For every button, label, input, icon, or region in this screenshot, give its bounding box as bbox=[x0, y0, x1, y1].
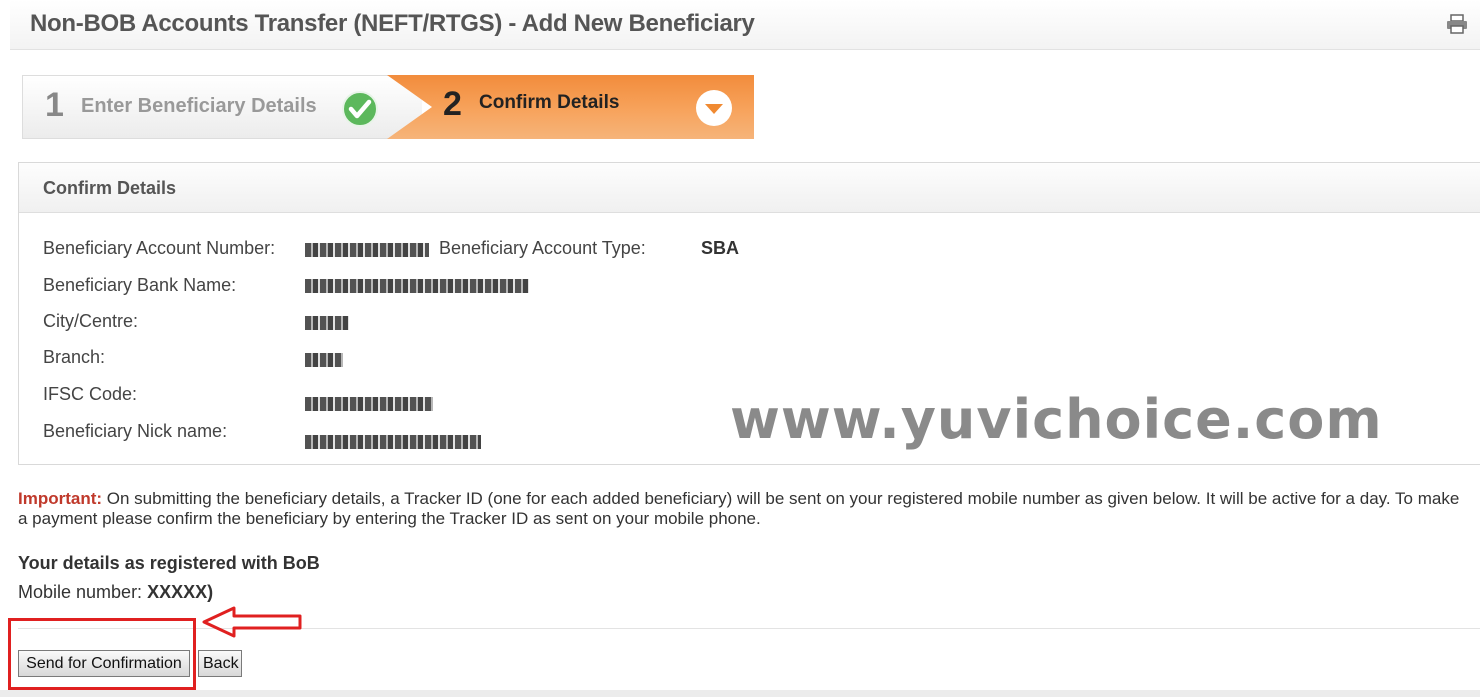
panel-title: Confirm Details bbox=[43, 178, 177, 198]
bank-name-label: Beneficiary Bank Name: bbox=[43, 275, 237, 295]
branch-value bbox=[305, 353, 343, 367]
important-body: On submitting the beneficiary details, a… bbox=[18, 489, 1460, 528]
annotation-highlight-box bbox=[8, 618, 196, 690]
account-type-value: SBA bbox=[701, 238, 740, 258]
mobile-number-row: Mobile number: XXXXX) bbox=[18, 582, 213, 603]
check-circle-icon bbox=[342, 91, 378, 127]
bank-name-value bbox=[305, 279, 529, 293]
page-title: Non-BOB Accounts Transfer (NEFT/RTGS) - … bbox=[30, 10, 755, 37]
watermark: www.yuvichoice.com bbox=[730, 388, 1383, 451]
bottom-strip bbox=[0, 690, 1480, 697]
branch-label: Branch: bbox=[43, 347, 106, 367]
header-bar: Non-BOB Accounts Transfer (NEFT/RTGS) - … bbox=[10, 0, 1480, 50]
back-button[interactable]: Back bbox=[198, 650, 242, 677]
registered-details-heading: Your details as registered with BoB bbox=[18, 553, 320, 573]
step-number: 2 bbox=[443, 85, 462, 123]
nick-name-label: Beneficiary Nick name: bbox=[43, 421, 228, 441]
step-number: 1 bbox=[45, 86, 64, 124]
step-enter-beneficiary-details[interactable]: 1 Enter Beneficiary Details bbox=[22, 75, 422, 139]
wizard-stepper: 1 Enter Beneficiary Details 2 Confirm De… bbox=[22, 75, 754, 139]
account-number-label: Beneficiary Account Number: bbox=[43, 238, 276, 258]
chevron-down-circle-icon bbox=[696, 90, 732, 126]
important-label: Important: bbox=[18, 489, 103, 508]
annotation-arrow-icon bbox=[202, 606, 302, 638]
mobile-number-label: Mobile number: bbox=[18, 582, 148, 602]
mobile-number-value: XXXXX) bbox=[147, 582, 214, 602]
city-value bbox=[305, 316, 349, 330]
panel-header: Confirm Details bbox=[19, 163, 1480, 213]
account-number-value bbox=[305, 243, 429, 257]
step-label: Enter Beneficiary Details bbox=[81, 95, 317, 117]
ifsc-label: IFSC Code: bbox=[43, 384, 138, 404]
step-label: Confirm Details bbox=[479, 92, 620, 113]
step-confirm-details[interactable]: 2 Confirm Details bbox=[387, 75, 754, 139]
important-notice: Important: On submitting the beneficiary… bbox=[18, 489, 1473, 529]
nick-name-value bbox=[305, 435, 481, 449]
account-type-label: Beneficiary Account Type: bbox=[439, 238, 646, 258]
ifsc-value bbox=[305, 397, 433, 411]
city-label: City/Centre: bbox=[43, 311, 139, 331]
printer-icon[interactable] bbox=[1446, 14, 1468, 34]
